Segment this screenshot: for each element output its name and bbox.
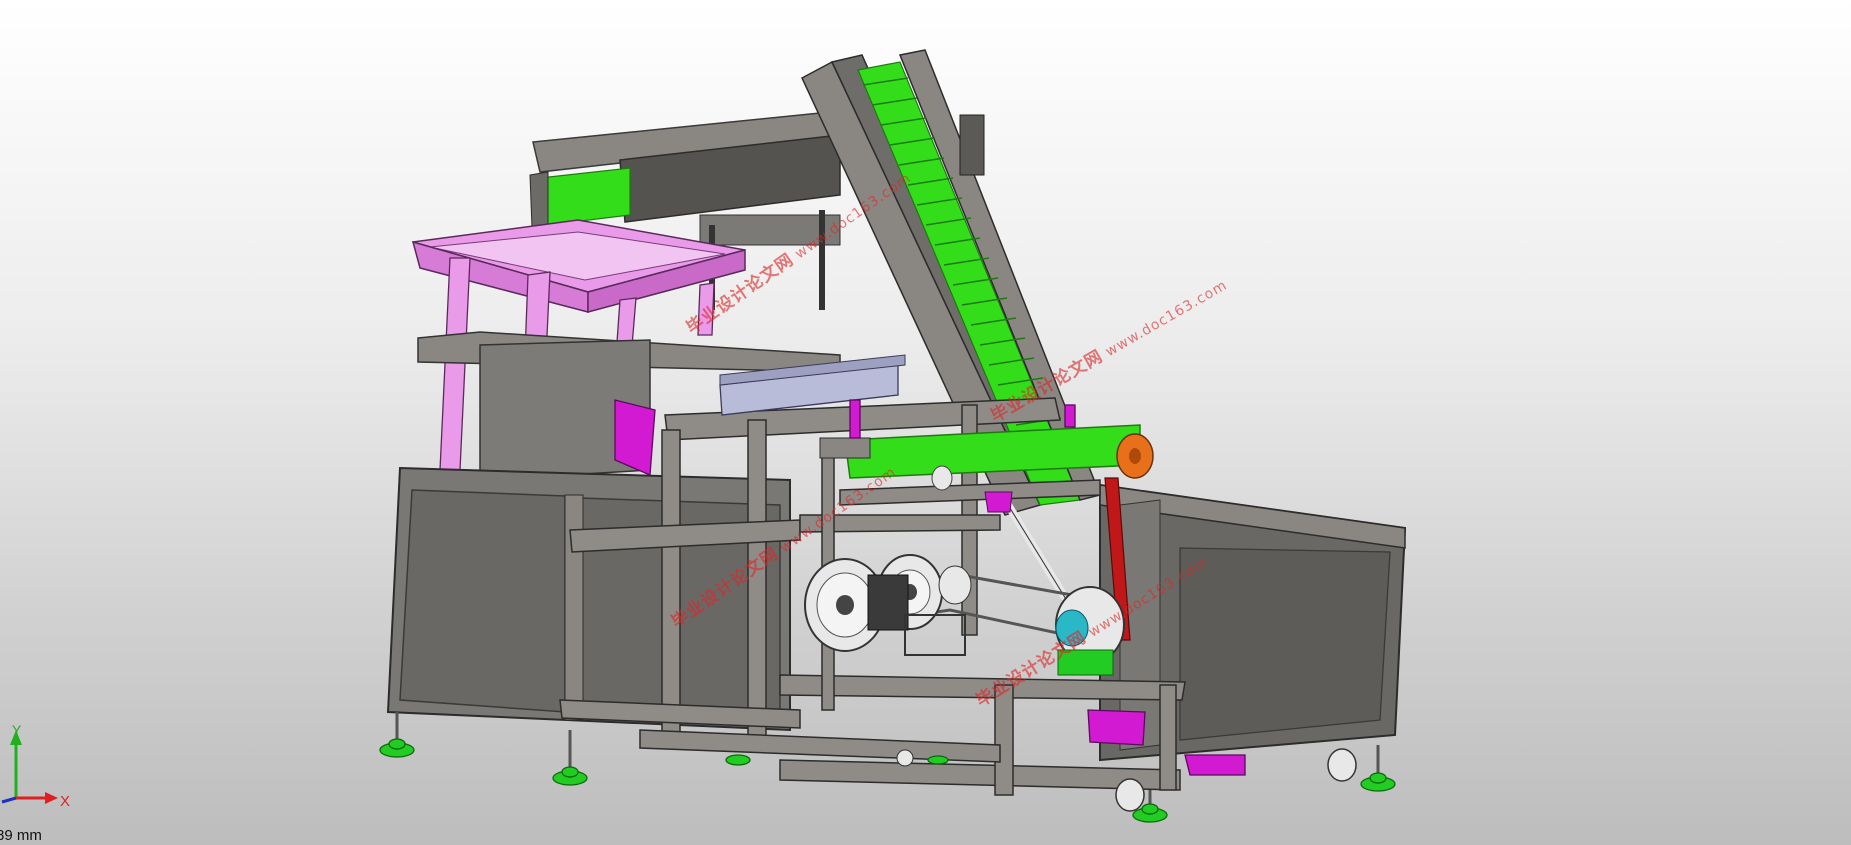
axis-x-label: X <box>60 793 71 810</box>
machine-model[interactable] <box>0 0 1851 845</box>
axis-y-label: Y <box>12 722 22 738</box>
right-tank <box>1099 483 1407 762</box>
scale-readout: 89 mm <box>0 827 42 844</box>
cad-viewport[interactable]: 毕业设计论文网 www.doc163.com 毕业设计论文网 www.doc16… <box>0 0 1851 845</box>
left-cabinet <box>386 466 791 732</box>
